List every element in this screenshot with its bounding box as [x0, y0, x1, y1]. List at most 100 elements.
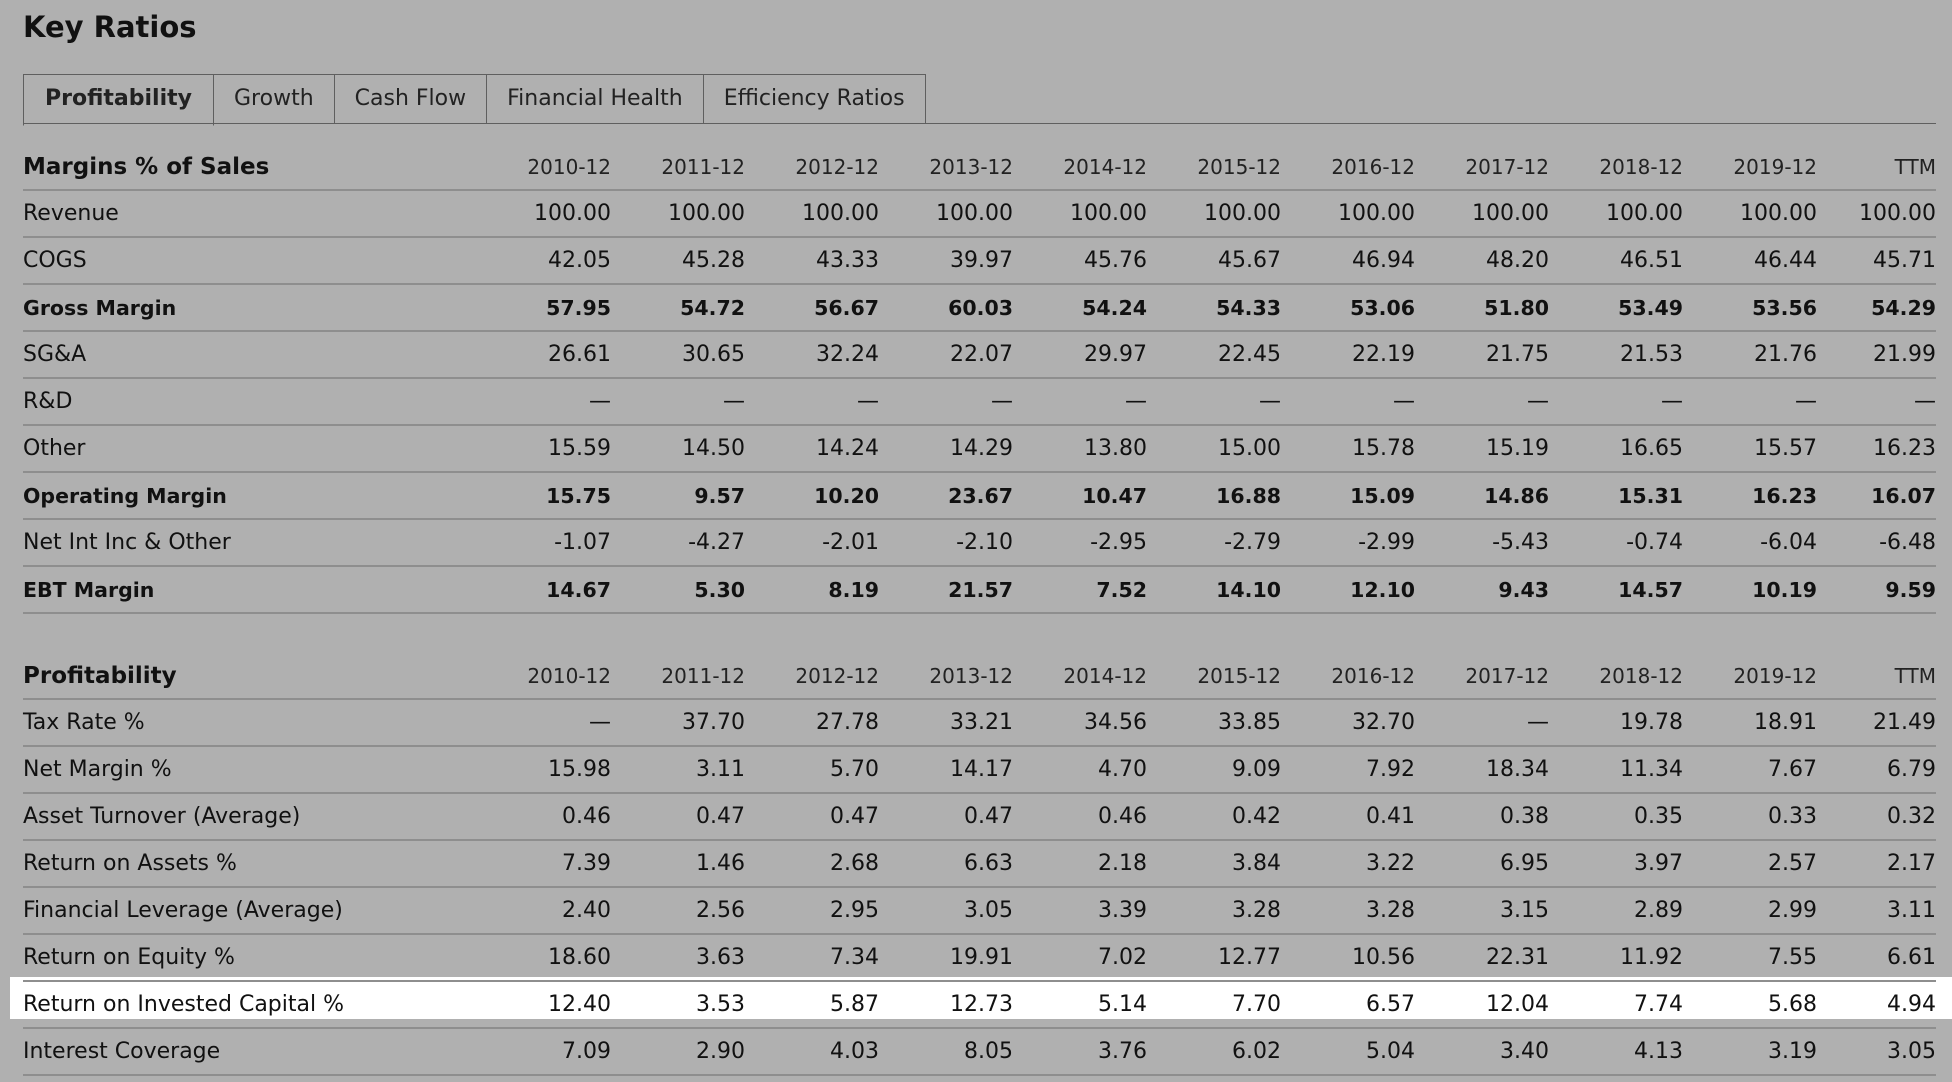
cell-value: 19.91	[879, 934, 1013, 982]
cell-value: 3.53	[611, 981, 745, 1029]
cell-value: 11.34	[1549, 746, 1683, 794]
table-row-sg-a: SG&A 26.61 30.65 32.24 22.07 29.97 22.45 22.19 2…	[23, 331, 1936, 379]
table-row-r-d: R&D — — — — — — — — — — —	[23, 378, 1936, 426]
cell-value: 51.80	[1415, 284, 1549, 332]
cell-value: 15.98	[477, 746, 611, 794]
tab-growth[interactable]: Growth	[214, 74, 335, 124]
tab-efficiency-ratios[interactable]: Efficiency Ratios	[703, 74, 926, 124]
column-header-2019-12: 2019-12	[1683, 654, 1817, 700]
column-header-2010-12: 2010-12	[477, 654, 611, 700]
row-label: Asset Turnover (Average)	[23, 793, 477, 841]
cell-value: -6.04	[1683, 519, 1817, 567]
cell-value: 18.91	[1683, 699, 1817, 747]
cell-value: 8.19	[745, 566, 879, 614]
cell-value: 15.57	[1683, 425, 1817, 473]
cell-value: 5.30	[611, 566, 745, 614]
row-label: Return on Invested Capital %	[23, 981, 477, 1029]
cell-value: 3.40	[1415, 1028, 1549, 1076]
cell-value: 16.23	[1683, 472, 1817, 520]
cell-value: —	[1013, 378, 1147, 426]
cell-value: -1.07	[477, 519, 611, 567]
cell-value: 3.28	[1147, 887, 1281, 935]
tab-financial-health[interactable]: Financial Health	[487, 74, 704, 124]
margins-table-header: Margins % of Sales 2010-12 2011-12 2012-12 2…	[23, 145, 1936, 191]
cell-value: 2.17	[1817, 840, 1936, 888]
table-row-other: Other 15.59 14.50 14.24 14.29 13.80 15.00 15.78…	[23, 425, 1936, 473]
cell-value: 29.97	[1013, 331, 1147, 379]
cell-value: 0.46	[1013, 793, 1147, 841]
cell-value: 0.32	[1817, 793, 1936, 841]
header-row: Margins % of Sales 2010-12 2011-12 2012-12 2…	[23, 145, 1936, 191]
table-row-gross-margin: Gross Margin 57.95 54.72 56.67 60.03 54.24 54.…	[23, 284, 1936, 332]
column-header-2014-12: 2014-12	[1013, 145, 1147, 191]
cell-value: 2.95	[745, 887, 879, 935]
cell-value: 0.42	[1147, 793, 1281, 841]
cell-value: 5.14	[1013, 981, 1147, 1029]
cell-value: 7.70	[1147, 981, 1281, 1029]
cell-value: 30.65	[611, 331, 745, 379]
table-row-financial-leverage-average: Financial Leverage (Average) 2.40 2.56 2.95…	[23, 887, 1936, 935]
cell-value: 9.43	[1415, 566, 1549, 614]
cell-value: 15.19	[1415, 425, 1549, 473]
cell-value: 7.09	[477, 1028, 611, 1076]
cell-value: 16.23	[1817, 425, 1936, 473]
cell-value: 8.05	[879, 1028, 1013, 1076]
cell-value: 100.00	[879, 190, 1013, 238]
tab-cash-flow[interactable]: Cash Flow	[334, 74, 488, 124]
cell-value: -2.95	[1013, 519, 1147, 567]
cell-value: 12.10	[1281, 566, 1415, 614]
cell-value: 45.76	[1013, 237, 1147, 285]
profitability-table-header: Profitability 2010-12 2011-12 2012-12 2013-1…	[23, 654, 1936, 700]
column-header-2015-12: 2015-12	[1147, 145, 1281, 191]
cell-value: —	[1281, 378, 1415, 426]
cell-value: 6.02	[1147, 1028, 1281, 1076]
column-header-ttm: TTM	[1817, 654, 1936, 700]
cell-value: 2.57	[1683, 840, 1817, 888]
cell-value: 53.56	[1683, 284, 1817, 332]
cell-value: 45.71	[1817, 237, 1936, 285]
cell-value: 100.00	[1549, 190, 1683, 238]
cell-value: 34.56	[1013, 699, 1147, 747]
tab-profitability[interactable]: Profitability	[23, 74, 214, 126]
cell-value: 4.13	[1549, 1028, 1683, 1076]
page-title: Key Ratios	[23, 10, 197, 44]
column-header-2016-12: 2016-12	[1281, 145, 1415, 191]
cell-value: 16.88	[1147, 472, 1281, 520]
cell-value: 46.44	[1683, 237, 1817, 285]
cell-value: 7.92	[1281, 746, 1415, 794]
cell-value: 3.22	[1281, 840, 1415, 888]
column-header-2017-12: 2017-12	[1415, 145, 1549, 191]
cell-value: 14.86	[1415, 472, 1549, 520]
column-header-2013-12: 2013-12	[879, 145, 1013, 191]
row-label: Net Int Inc & Other	[23, 519, 477, 567]
cell-value: 22.19	[1281, 331, 1415, 379]
cell-value: 14.67	[477, 566, 611, 614]
cell-value: 6.57	[1281, 981, 1415, 1029]
cell-value: —	[1817, 378, 1936, 426]
cell-value: 54.72	[611, 284, 745, 332]
cell-value: 2.89	[1549, 887, 1683, 935]
cell-value: 100.00	[1817, 190, 1936, 238]
column-header-2016-12: 2016-12	[1281, 654, 1415, 700]
cell-value: 23.67	[879, 472, 1013, 520]
column-header-ttm: TTM	[1817, 145, 1936, 191]
cell-value: 57.95	[477, 284, 611, 332]
cell-value: 4.03	[745, 1028, 879, 1076]
cell-value: 15.78	[1281, 425, 1415, 473]
cell-value: 2.56	[611, 887, 745, 935]
cell-value: 22.07	[879, 331, 1013, 379]
cell-value: 43.33	[745, 237, 879, 285]
row-label: Other	[23, 425, 477, 473]
cell-value: 2.68	[745, 840, 879, 888]
column-header-2015-12: 2015-12	[1147, 654, 1281, 700]
cell-value: 12.77	[1147, 934, 1281, 982]
cell-value: 100.00	[1013, 190, 1147, 238]
cell-value: 53.06	[1281, 284, 1415, 332]
cell-value: 42.05	[477, 237, 611, 285]
cell-value: 46.94	[1281, 237, 1415, 285]
cell-value: 14.50	[611, 425, 745, 473]
profitability-table: Profitability 2010-12 2011-12 2012-12 2013-1…	[23, 654, 1936, 1076]
cell-value: 18.60	[477, 934, 611, 982]
profitability-table-body: Tax Rate % —37.70 27.78 33.21 34.56 33.85 32.7…	[23, 699, 1936, 1076]
row-label: Revenue	[23, 190, 477, 238]
